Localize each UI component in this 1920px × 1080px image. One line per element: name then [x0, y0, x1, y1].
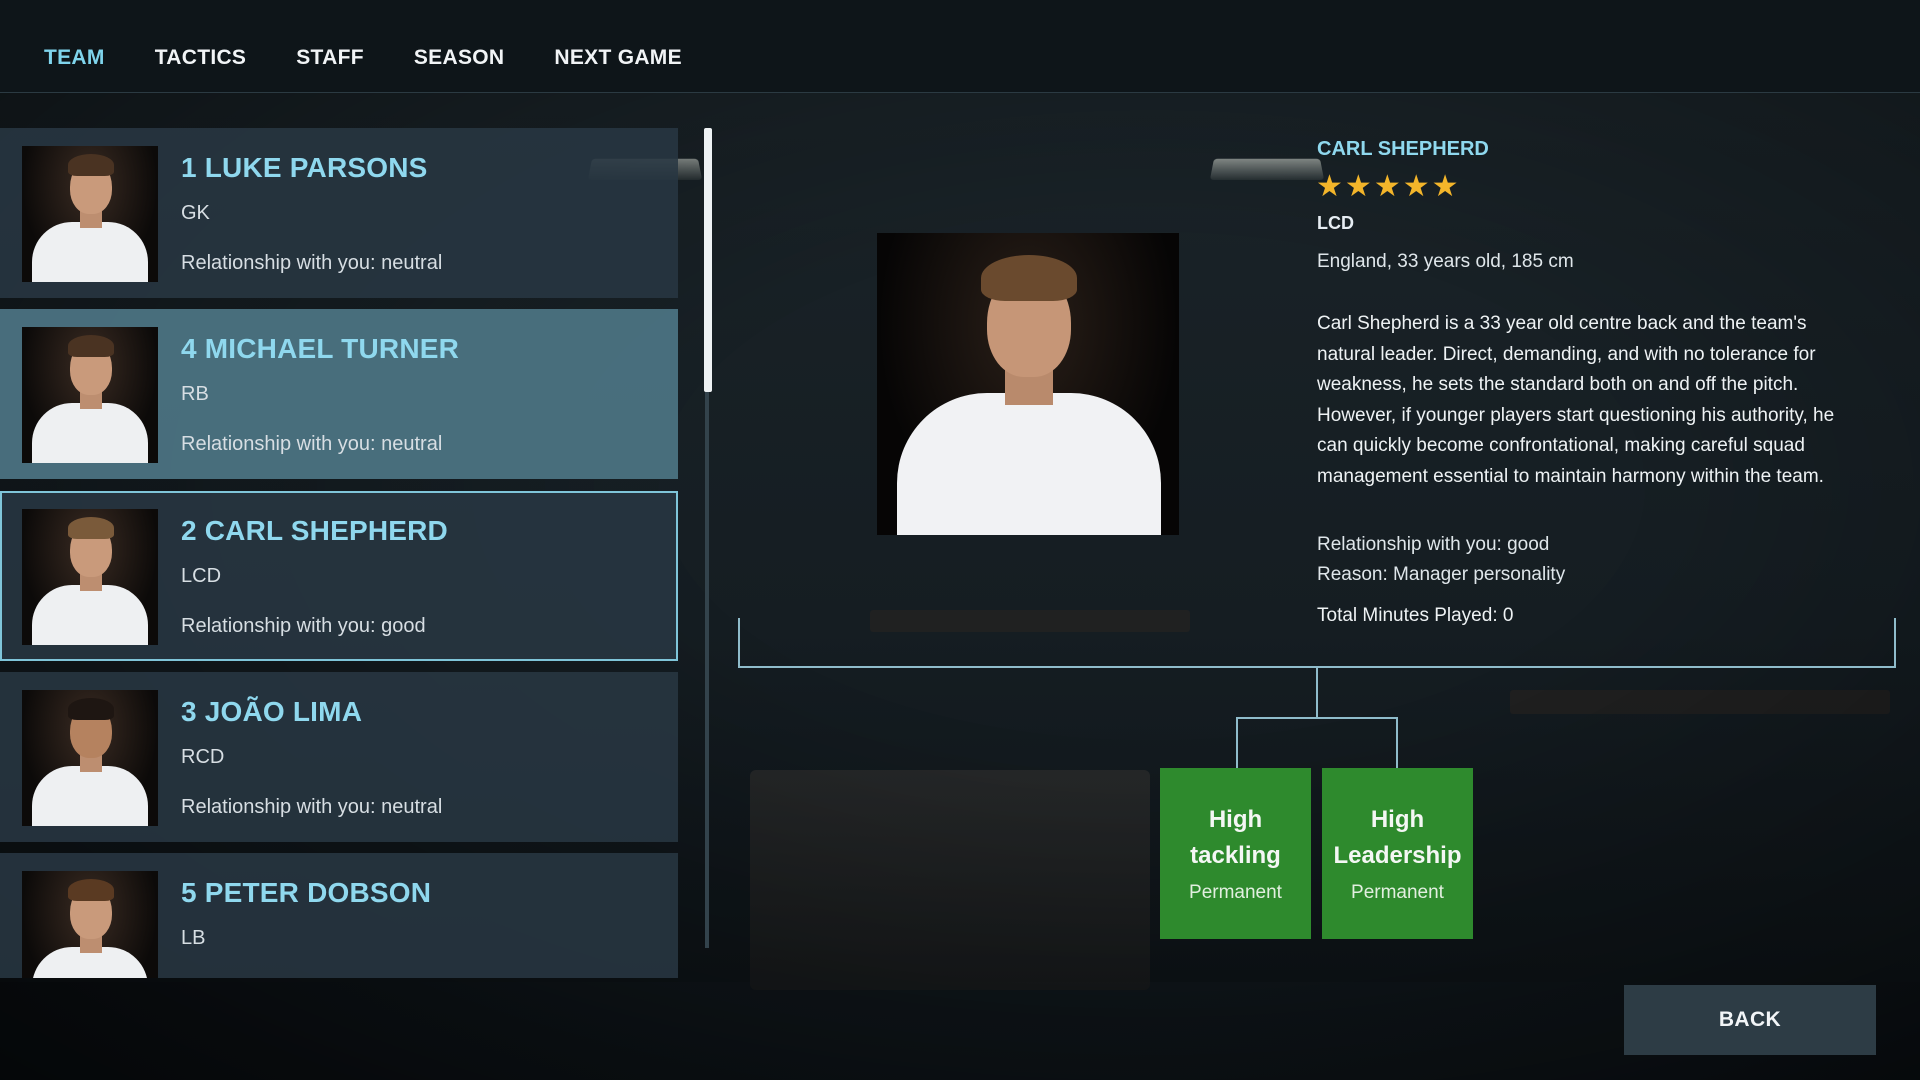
player-position: RCD [181, 746, 225, 768]
trait-card[interactable]: High Leadership Permanent [1322, 768, 1473, 939]
connector-branch-right [1396, 717, 1398, 769]
star-icon: ★ [1316, 169, 1343, 204]
detail-relationship: Relationship with you: good [1317, 534, 1550, 555]
back-button[interactable]: BACK [1624, 985, 1876, 1055]
connector-left [738, 618, 740, 668]
star-icon: ★ [1344, 169, 1372, 204]
trait-card[interactable]: High tackling Permanent [1160, 768, 1311, 939]
nav-tab-team[interactable]: TEAM [44, 46, 105, 70]
list-scrollbar-thumb[interactable] [704, 128, 712, 392]
player-position: RB [181, 383, 209, 405]
detail-reason: Reason: Manager personality [1317, 564, 1566, 585]
player-portrait [22, 690, 158, 826]
detail-position: LCD [1317, 213, 1354, 233]
player-portrait [22, 327, 158, 463]
player-list: 1 LUKE PARSONS GK Relationship with you:… [0, 128, 680, 978]
player-name: 1 LUKE PARSONS [181, 152, 428, 183]
player-relationship: Relationship with you: good [181, 615, 426, 637]
player-relationship: Relationship with you: neutral [181, 433, 443, 455]
star-icon: ★ [1402, 169, 1430, 204]
connector-stem [1316, 666, 1318, 718]
player-card[interactable]: 3 JOÃO LIMA RCD Relationship with you: n… [0, 672, 678, 842]
trait-title-line: Leadership [1333, 842, 1462, 869]
nav-tab-next-game[interactable]: NEXT GAME [554, 46, 682, 70]
detail-minutes: Total Minutes Played: 0 [1317, 605, 1514, 626]
connector-branch-left [1236, 717, 1238, 769]
trait-title-line: High [1208, 806, 1263, 833]
player-position: LCD [181, 565, 222, 587]
player-name: 4 MICHAEL TURNER [181, 333, 460, 364]
player-rating: ★ ★ ★ ★ ★ [1316, 172, 1459, 202]
trait-title-line: tackling [1190, 842, 1281, 869]
main-nav: TEAM TACTICS STAFF SEASON NEXT GAME [44, 46, 682, 70]
star-icon: ★ [1373, 169, 1401, 204]
player-position: GK [181, 202, 210, 224]
player-card[interactable]: 4 MICHAEL TURNER RB Relationship with yo… [0, 309, 678, 479]
nav-tab-season[interactable]: SEASON [414, 46, 505, 70]
detail-bio: Carl Shepherd is a 33 year old centre ba… [1317, 313, 1835, 487]
detail-info: England, 33 years old, 185 cm [1317, 251, 1574, 272]
player-card-selected[interactable]: 2 CARL SHEPHERD LCD Relationship with yo… [0, 491, 678, 661]
nav-tab-tactics[interactable]: TACTICS [155, 46, 247, 70]
player-portrait [22, 871, 158, 978]
trait-duration: Permanent [1189, 882, 1282, 903]
nav-tab-staff[interactable]: STAFF [296, 46, 364, 70]
player-card[interactable]: 1 LUKE PARSONS GK Relationship with you:… [0, 128, 678, 298]
player-portrait [22, 146, 158, 282]
connector-branch [1236, 717, 1398, 719]
player-name: 5 PETER DOBSON [181, 877, 432, 908]
player-relationship: Relationship with you: neutral [181, 796, 443, 818]
detail-player-name: CARL SHEPHERD [1317, 138, 1489, 160]
selected-player-portrait [877, 233, 1179, 535]
trait-title-line: High [1370, 806, 1425, 833]
connector-right [1894, 618, 1896, 668]
top-navigation-bar: TEAM TACTICS STAFF SEASON NEXT GAME [0, 0, 1920, 93]
player-card[interactable]: 5 PETER DOBSON LB [0, 853, 678, 978]
player-relationship: Relationship with you: neutral [181, 252, 443, 274]
star-icon: ★ [1431, 169, 1459, 204]
player-position: LB [181, 927, 206, 949]
trait-duration: Permanent [1351, 882, 1444, 903]
player-name: 3 JOÃO LIMA [181, 696, 363, 727]
player-name: 2 CARL SHEPHERD [181, 515, 448, 546]
player-portrait [22, 509, 158, 645]
